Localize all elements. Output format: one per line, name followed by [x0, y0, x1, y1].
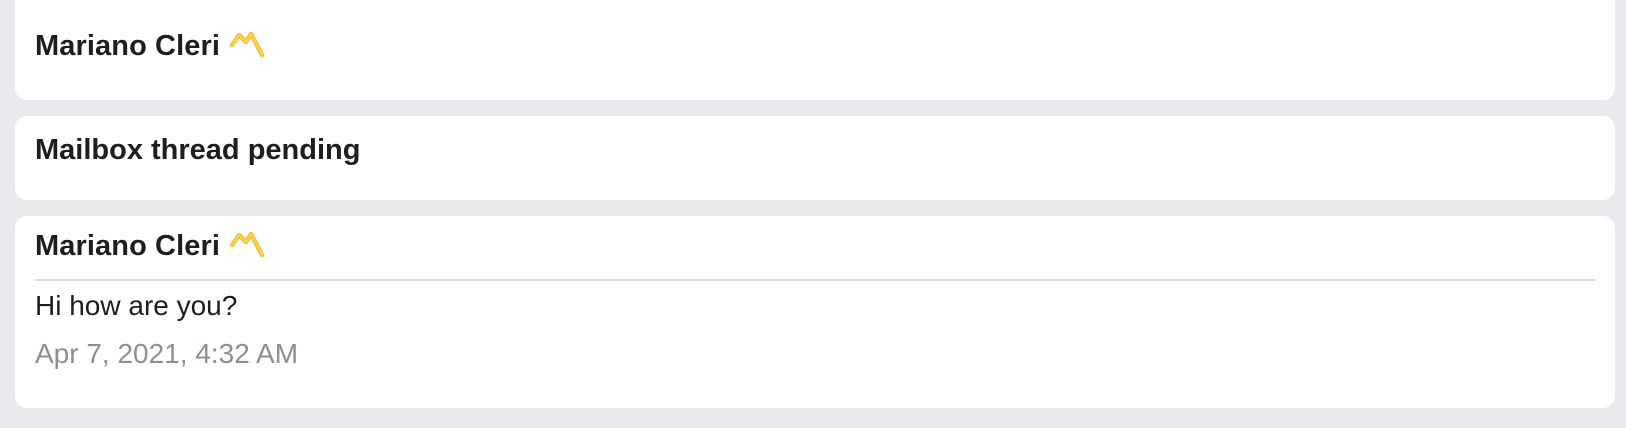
- message-sender-name[interactable]: Mariano Cleri: [35, 230, 220, 263]
- message-text: Hi how are you?: [35, 290, 238, 321]
- message-body-row: Hi how are you?: [35, 290, 237, 322]
- message-divider: [35, 279, 1595, 281]
- thread-status-card: Mailbox thread pending: [15, 116, 1615, 200]
- message-sender-row: Mariano Cleri: [35, 230, 266, 263]
- message-timestamp: Apr 7, 2021, 4:32 AM: [35, 338, 299, 369]
- sender-card: Mariano Cleri: [15, 0, 1615, 100]
- sender-row: Mariano Cleri: [35, 30, 266, 63]
- message-card: Mariano Cleri Hi how are you? Apr 7, 202…: [15, 216, 1615, 408]
- thread-status-title: Mailbox thread pending: [35, 134, 361, 166]
- crown-badge-icon: [229, 231, 266, 263]
- thread-status-row: Mailbox thread pending: [35, 134, 360, 167]
- message-timestamp-row: Apr 7, 2021, 4:32 AM: [35, 338, 298, 370]
- crown-badge-icon: [229, 31, 266, 63]
- sender-name[interactable]: Mariano Cleri: [35, 30, 220, 63]
